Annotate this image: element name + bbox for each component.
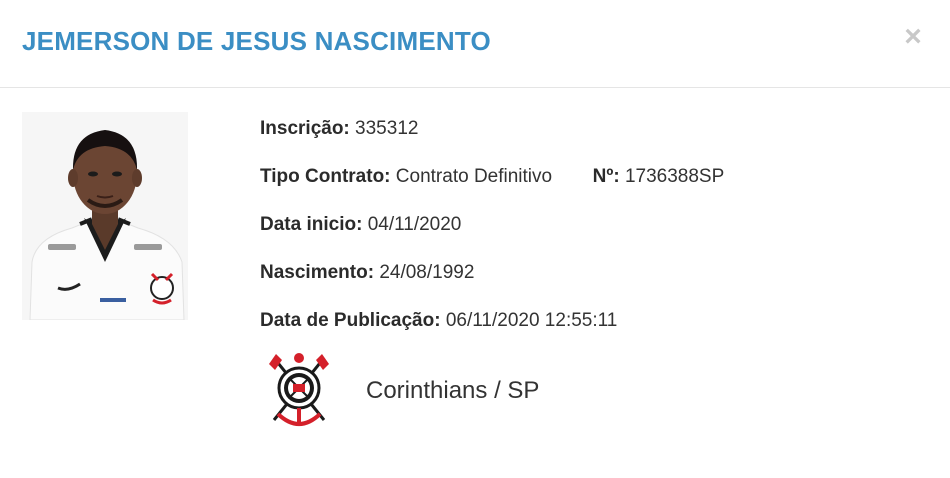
numero-label: Nº:: [592, 166, 620, 187]
close-icon: ×: [904, 20, 922, 53]
data-inicio-label: Data inicio:: [260, 214, 363, 235]
nascimento-label: Nascimento:: [260, 262, 375, 283]
data-inicio-row: Data inicio: 04/11/2020: [260, 212, 724, 260]
publicacao-row: Data de Publicação: 06/11/2020 12:55:11: [260, 308, 724, 356]
inscricao-value: 335312: [355, 118, 419, 139]
data-inicio-value: 04/11/2020: [367, 214, 462, 235]
club-info: Corinthians / SP: [266, 350, 539, 432]
player-details-modal: JEMERSON DE JESUS NASCIMENTO × Inscrição…: [0, 0, 950, 478]
nascimento-value: 24/08/1992: [379, 262, 475, 283]
player-photo-image: [22, 112, 188, 320]
club-name[interactable]: Corinthians / SP: [366, 377, 539, 405]
inscricao-label: Inscrição:: [260, 118, 350, 139]
publicacao-value: 06/11/2020 12:55:11: [445, 310, 618, 331]
player-photo: [22, 112, 188, 320]
nascimento-row: Nascimento: 24/08/1992: [260, 260, 724, 308]
tipo-contrato-label: Tipo Contrato:: [260, 166, 391, 187]
player-info: Inscrição: 335312 Tipo Contrato: Contrat…: [260, 116, 724, 356]
modal-title: JEMERSON DE JESUS NASCIMENTO: [22, 26, 491, 56]
close-button[interactable]: ×: [898, 22, 928, 52]
numero-value: 1736388SP: [624, 166, 725, 187]
publicacao-label: Data de Publicação:: [260, 310, 441, 331]
tipo-contrato-row: Tipo Contrato: Contrato Definitivo Nº: 1…: [260, 164, 724, 212]
inscricao-row: Inscrição: 335312: [260, 116, 724, 164]
corinthians-crest-icon: [269, 353, 329, 426]
modal-header: JEMERSON DE JESUS NASCIMENTO ×: [0, 0, 950, 88]
tipo-contrato-value: Contrato Definitivo: [395, 166, 553, 187]
